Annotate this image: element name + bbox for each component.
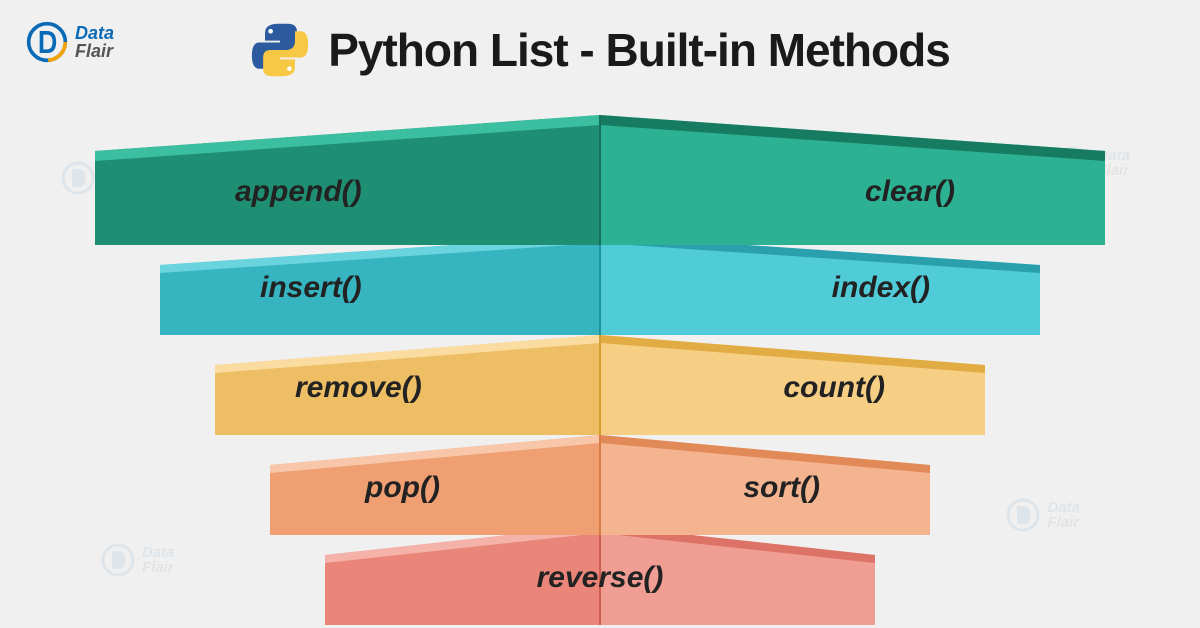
page-title: Python List - Built-in Methods <box>328 23 950 77</box>
funnel-row-4: pop() sort() <box>270 435 930 535</box>
brand-line1: Data <box>75 24 114 42</box>
funnel-row-5: reverse() <box>325 525 875 625</box>
method-label: insert() <box>260 271 362 305</box>
brand-logo: Data Flair <box>25 20 114 64</box>
method-label: index() <box>832 271 930 305</box>
python-icon <box>250 20 310 80</box>
method-label: reverse() <box>537 561 664 595</box>
method-label: append() <box>235 175 362 209</box>
funnel-row-1: append() clear() <box>95 115 1105 215</box>
method-label: remove() <box>295 371 422 405</box>
dataflair-mark-icon <box>25 20 69 64</box>
method-label: clear() <box>865 175 955 209</box>
funnel-row-2: insert() index() <box>160 235 1040 335</box>
method-label: sort() <box>743 471 820 505</box>
funnel-row-3: remove() count() <box>215 335 985 435</box>
brand-text: Data Flair <box>75 24 114 60</box>
title-wrap: Python List - Built-in Methods <box>250 20 950 80</box>
header: Data Flair Python List - Built-in Method… <box>0 20 1200 80</box>
funnel-diagram: reverse() pop() sort() remove() count() <box>0 115 1200 615</box>
method-label: pop() <box>365 471 440 505</box>
method-label: count() <box>783 371 885 405</box>
brand-line2: Flair <box>75 42 114 60</box>
